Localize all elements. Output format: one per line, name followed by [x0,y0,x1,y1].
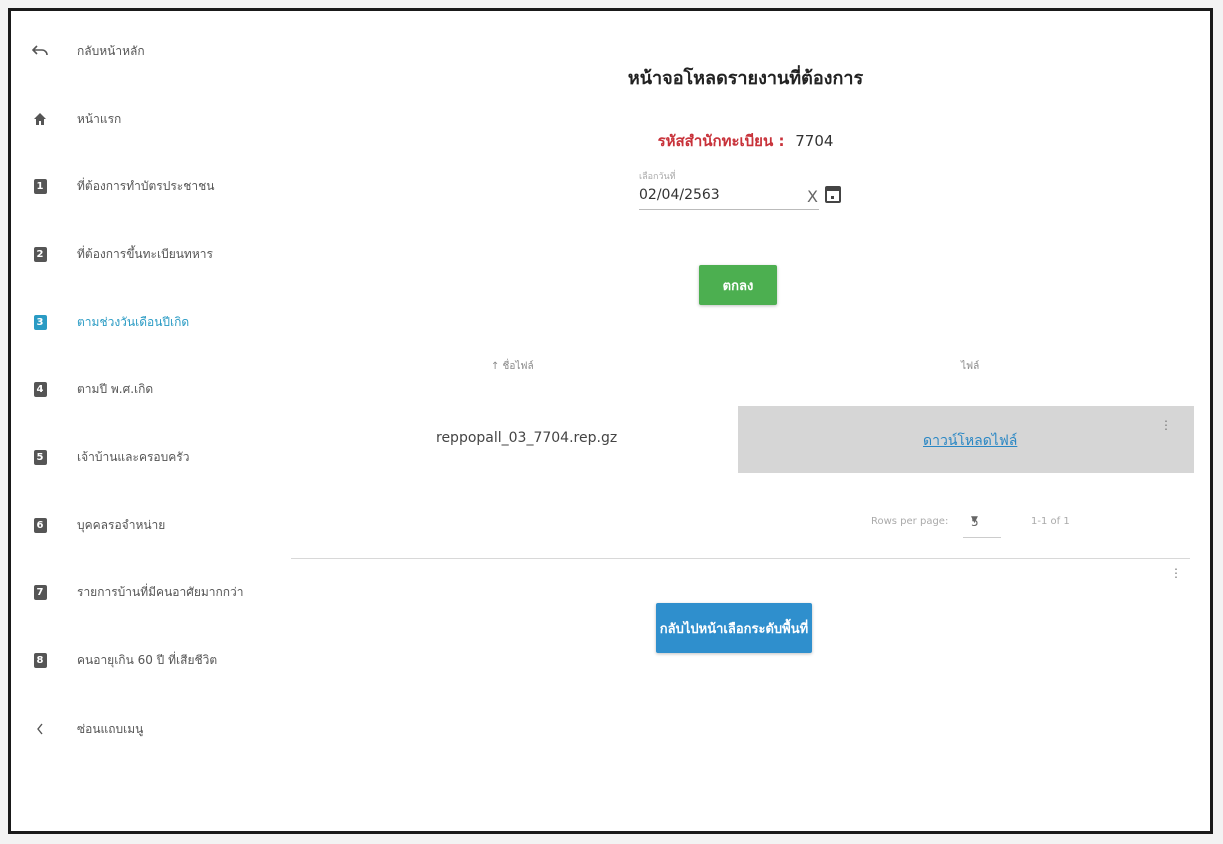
sidebar-item-label: บุคคลรอจำหน่าย [77,517,166,532]
sidebar-item-back-home[interactable]: กลับหน้าหลัก [11,31,281,71]
clear-date-button[interactable]: X [807,187,818,206]
table-divider [291,558,1190,559]
number-1-icon: 1 [31,177,49,195]
office-code-line: รหัสสำนักทะเบียน : 7704 [281,129,1210,153]
file-name-cell: reppopall_03_7704.rep.gz [436,430,618,446]
number-2-icon: 2 [31,245,49,263]
date-input[interactable] [639,181,819,210]
date-picker: เลือกวันที่ X [639,169,859,210]
more-options-icon[interactable]: ⋮ [1170,566,1182,580]
calendar-icon[interactable] [825,186,841,203]
sidebar-item-birth-year[interactable]: 4 ตามปี พ.ศ.เกิด [11,369,281,409]
table-row: reppopall_03_7704.rep.gz ดาวน์โหลดไฟล์ ⋮ [291,406,1194,473]
sidebar-item-label: หน้าแรก [77,111,122,126]
sidebar-item-label: ตามช่วงวันเดือนปีเกิด [77,314,190,329]
main-content: หน้าจอโหลดรายงานที่ต้องการ รหัสสำนักทะเบ… [281,11,1210,831]
sidebar-item-label: ที่ต้องการทำบัตรประชาชน [77,178,215,193]
number-6-icon: 6 [31,516,49,534]
back-to-area-selection-button[interactable]: กลับไปหน้าเลือกระดับพื้นที่ [656,603,812,653]
caret-down-icon: ▼ [971,515,978,525]
app-frame: กลับหน้าหลัก หน้าแรก 1 ที่ต้องการทำบัตรป… [8,8,1213,834]
number-3-icon: 3 [31,313,49,331]
date-caption: เลือกวันที่ [639,172,676,182]
rows-per-page-label: Rows per page: [871,516,949,527]
sidebar-item-label: รายการบ้านที่มีคนอาศัยมากกว่า [77,584,244,599]
home-icon [31,110,49,128]
sidebar-item-label: คนอายุเกิน 60 ปี ที่เสียชีวิต [77,652,218,667]
sidebar-item-crowded-houses[interactable]: 7 รายการบ้านที่มีคนอาศัยมากกว่า [11,572,281,612]
sidebar-item-label: ซ่อนแถบเมนู [77,721,144,736]
undo-icon [31,42,49,60]
number-7-icon: 7 [31,583,49,601]
column-header-file-name[interactable]: ↑ ชื่อไฟล์ [491,359,534,374]
sidebar-item-label: กลับหน้าหลัก [77,43,145,58]
sidebar-item-household[interactable]: 5 เจ้าบ้านและครอบครัว [11,437,281,477]
office-code-value: 7704 [795,132,834,150]
page-title: หน้าจอโหลดรายงานที่ต้องการ [627,68,864,89]
sidebar-item-label: ตามปี พ.ศ.เกิด [77,381,154,396]
sidebar: กลับหน้าหลัก หน้าแรก 1 ที่ต้องการทำบัตรป… [11,11,281,831]
table-header: ↑ ชื่อไฟล์ ไฟล์ [291,351,1190,381]
sidebar-item-pending-removal[interactable]: 6 บุคคลรอจำหน่าย [11,505,281,545]
sidebar-item-deceased-over-60[interactable]: 8 คนอายุเกิน 60 ปี ที่เสียชีวิต [11,640,281,680]
rows-per-page-select[interactable]: 5 ▼ [963,511,1001,538]
download-cell: ดาวน์โหลดไฟล์ ⋮ [738,406,1194,473]
column-header-file: ไฟล์ [961,361,980,372]
chevron-left-icon [31,720,49,738]
office-code-label: รหัสสำนักทะเบียน : [657,132,785,150]
sidebar-item-hide-menu[interactable]: ซ่อนแถบเมนู [11,709,281,749]
download-file-link[interactable]: ดาวน์โหลดไฟล์ [923,430,1017,452]
ok-button[interactable]: ตกลง [699,265,777,305]
sidebar-item-home[interactable]: หน้าแรก [11,99,281,139]
number-8-icon: 8 [31,651,49,669]
sidebar-item-id-card[interactable]: 1 ที่ต้องการทำบัตรประชาชน [11,166,281,206]
number-5-icon: 5 [31,448,49,466]
sidebar-item-label: ที่ต้องการขึ้นทะเบียนทหาร [77,246,213,261]
row-more-icon[interactable]: ⋮ [1160,418,1172,432]
sidebar-item-military[interactable]: 2 ที่ต้องการขึ้นทะเบียนทหาร [11,234,281,274]
page-info: 1-1 of 1 [1031,516,1070,527]
pagination: Rows per page: 5 ▼ 1-1 of 1 [871,511,1201,545]
sidebar-item-label: เจ้าบ้านและครอบครัว [77,449,190,464]
number-4-icon: 4 [31,380,49,398]
sidebar-item-birth-date-range[interactable]: 3 ตามช่วงวันเดือนปีเกิด [11,302,281,342]
